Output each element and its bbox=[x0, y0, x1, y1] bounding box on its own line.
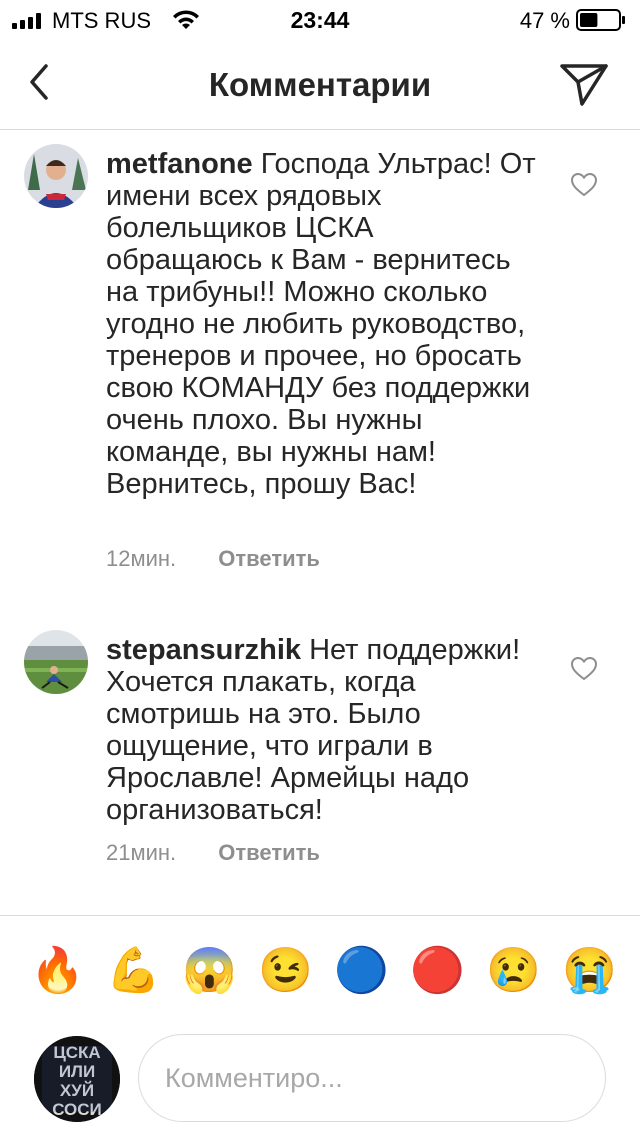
heart-icon[interactable] bbox=[570, 172, 598, 198]
comment-timestamp: 12мин. bbox=[106, 546, 177, 571]
winking-face-emoji[interactable]: 😉 bbox=[258, 946, 313, 996]
comment-meta: 12мин. Ответить bbox=[106, 546, 320, 572]
status-bar: MTS RUS 23:44 47 % bbox=[0, 0, 640, 40]
avatar[interactable] bbox=[24, 144, 88, 208]
page-title: Комментарии bbox=[208, 66, 432, 103]
comment-username[interactable]: metfanone bbox=[106, 148, 253, 180]
comment-username[interactable]: stepansurzhik bbox=[106, 634, 301, 666]
red-circle-emoji[interactable]: 🔴 bbox=[410, 946, 465, 996]
reply-button[interactable]: Ответить bbox=[218, 840, 320, 865]
avatar-photo bbox=[24, 144, 88, 208]
avatar-photo bbox=[24, 630, 88, 694]
avatar-logo: ЦСКА ИЛИ ХУЙ СОСИ bbox=[34, 1036, 120, 1122]
comment-message: Господа Ультрас! От имени всех рядовых б… bbox=[106, 148, 536, 500]
current-user-avatar: ЦСКА ИЛИ ХУЙ СОСИ bbox=[34, 1036, 120, 1122]
blue-circle-emoji[interactable]: 🔵 bbox=[334, 946, 389, 996]
crying-face-emoji[interactable]: 😢 bbox=[486, 946, 541, 996]
loudly-crying-face-emoji[interactable]: 😭 bbox=[562, 946, 617, 996]
heart-icon[interactable] bbox=[570, 656, 598, 682]
comment-input[interactable] bbox=[138, 1034, 606, 1122]
comment-text: metfanone Господа Ультрас! От имени всех… bbox=[106, 148, 536, 500]
comment-meta: 21мин. Ответить bbox=[106, 840, 320, 866]
comment-text: stepansurzhik Нет поддержки! Хочется пла… bbox=[106, 634, 536, 826]
battery-icon bbox=[576, 9, 625, 31]
reply-button[interactable]: Ответить bbox=[218, 546, 320, 571]
direct-send-icon[interactable] bbox=[558, 60, 610, 108]
emoji-bar: 🔥 💪 😱 😉 🔵 🔴 😢 😭 bbox=[0, 915, 640, 1025]
screaming-face-emoji[interactable]: 😱 bbox=[182, 946, 237, 996]
fire-emoji[interactable]: 🔥 bbox=[30, 946, 85, 996]
comment-timestamp: 21мин. bbox=[106, 840, 177, 865]
avatar[interactable] bbox=[24, 630, 88, 694]
flexed-biceps-emoji[interactable]: 💪 bbox=[106, 946, 161, 996]
battery-percent: 47 % bbox=[519, 8, 570, 33]
header: Комментарии bbox=[0, 40, 640, 130]
